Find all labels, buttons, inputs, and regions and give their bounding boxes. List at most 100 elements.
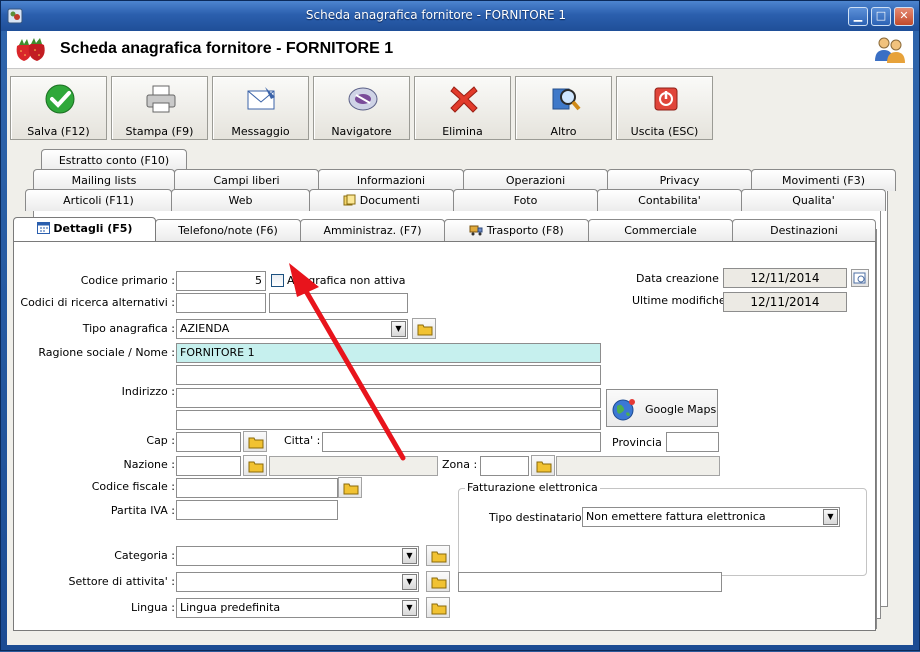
delete-button[interactable]: Elimina — [414, 76, 511, 140]
cap-label: Cap : — [146, 434, 175, 447]
categoria-folder-button[interactable] — [426, 545, 450, 566]
zona-field[interactable] — [480, 456, 529, 476]
settore-extra-field[interactable] — [458, 572, 722, 592]
cap-folder-button[interactable] — [243, 431, 267, 452]
exit-icon — [654, 87, 678, 111]
tab-campi-liberi[interactable]: Campi liberi — [174, 169, 319, 191]
message-button[interactable]: Messaggio — [212, 76, 309, 140]
codici-ricerca-field-1[interactable] — [176, 293, 266, 313]
codice-fiscale-folder-button[interactable] — [338, 477, 362, 498]
search-icon — [552, 88, 581, 111]
provincia-field[interactable] — [666, 432, 719, 452]
tab-foto[interactable]: Foto — [453, 189, 598, 211]
dettagli-panel: Codice primario : 5 Anagrafica non attiv… — [13, 241, 876, 631]
chevron-down-icon[interactable]: ▼ — [402, 600, 417, 616]
folder-icon — [431, 577, 447, 589]
settore-attivita-select[interactable]: ▼ — [176, 572, 419, 592]
nazione-field[interactable] — [176, 456, 241, 476]
client-area: Scheda anagrafica fornitore - FORNITORE … — [7, 31, 913, 645]
tab-dettagli-label: Dettagli (F5) — [53, 222, 133, 235]
maximize-button[interactable]: □ — [871, 7, 891, 26]
title-bar[interactable]: Scheda anagrafica fornitore - FORNITORE … — [1, 1, 919, 31]
folder-icon — [343, 483, 359, 495]
tab-web[interactable]: Web — [171, 189, 310, 211]
folder-icon — [248, 461, 264, 473]
indirizzo-field-1[interactable] — [176, 388, 601, 408]
tab-telefono-note[interactable]: Telefono/note (F6) — [155, 219, 301, 241]
tab-destinazioni[interactable]: Destinazioni — [732, 219, 876, 241]
lingua-folder-button[interactable] — [426, 597, 450, 618]
lingua-select[interactable]: Lingua predefinita ▼ — [176, 598, 419, 618]
folder-icon — [536, 461, 552, 473]
chevron-down-icon[interactable]: ▼ — [391, 321, 406, 337]
navigator-button[interactable]: Navigatore — [313, 76, 410, 140]
citta-field[interactable] — [322, 432, 601, 452]
fatturazione-elettronica-group: Fatturazione elettronica Tipo destinatar… — [458, 481, 867, 576]
nazione-label: Nazione : — [123, 458, 175, 471]
chevron-down-icon[interactable]: ▼ — [402, 548, 417, 564]
tab-documenti[interactable]: Documenti — [309, 189, 454, 211]
exit-button-label: Uscita (ESC) — [630, 125, 699, 138]
truck-icon — [469, 225, 483, 236]
codice-primario-field[interactable]: 5 — [176, 271, 266, 291]
tipo-destinatario-select[interactable]: Non emettere fattura elettronica ▼ — [582, 507, 840, 527]
cap-field[interactable] — [176, 432, 241, 452]
tab-movimenti[interactable]: Movimenti (F3) — [751, 169, 896, 191]
partita-iva-field[interactable] — [176, 500, 338, 520]
folder-icon — [248, 437, 264, 449]
ragione-sociale-field-2[interactable] — [176, 365, 601, 385]
other-button[interactable]: Altro — [515, 76, 612, 140]
folder-icon — [417, 324, 433, 336]
ragione-sociale-label: Ragione sociale / Nome : — [38, 346, 175, 359]
close-button[interactable]: ✕ — [894, 7, 914, 26]
provincia-label: Provincia : — [612, 436, 670, 449]
tab-commerciale[interactable]: Commerciale — [588, 219, 733, 241]
check-icon — [45, 84, 75, 114]
users-icon[interactable] — [873, 34, 907, 64]
tab-dettagli[interactable]: Dettagli (F5) — [13, 217, 156, 241]
data-creazione-label: Data creazione : — [636, 272, 727, 285]
message-button-label: Messaggio — [231, 125, 290, 138]
tab-privacy[interactable]: Privacy — [607, 169, 752, 191]
tab-control: Estratto conto (F10) Mailing lists Campi… — [7, 149, 913, 645]
save-button[interactable]: Salva (F12) — [10, 76, 107, 140]
minimize-button[interactable]: ▁ — [848, 7, 868, 26]
google-maps-button[interactable]: Google Maps — [606, 389, 718, 427]
tab-estratto-conto[interactable]: Estratto conto (F10) — [41, 149, 187, 171]
tipo-anagrafica-value: AZIENDA — [180, 322, 230, 335]
codice-fiscale-field[interactable] — [176, 478, 338, 498]
calendar-button[interactable] — [851, 269, 869, 287]
settore-folder-button[interactable] — [426, 571, 450, 592]
indirizzo-field-2[interactable] — [176, 410, 601, 430]
chevron-down-icon[interactable]: ▼ — [823, 509, 838, 525]
data-creazione-field: 12/11/2014 — [723, 268, 847, 288]
categoria-select[interactable]: ▼ — [176, 546, 419, 566]
tab-informazioni[interactable]: Informazioni — [318, 169, 464, 191]
non-attiva-checkbox[interactable] — [271, 274, 284, 287]
lingua-value: Lingua predefinita — [180, 601, 281, 614]
folder-icon — [431, 603, 447, 615]
tab-amministrazione[interactable]: Amministraz. (F7) — [300, 219, 445, 241]
zona-folder-button[interactable] — [531, 455, 555, 476]
codici-ricerca-field-2[interactable] — [269, 293, 408, 313]
tipo-anagrafica-folder-button[interactable] — [412, 318, 436, 339]
indirizzo-label: Indirizzo : — [121, 385, 175, 398]
tab-contabilita[interactable]: Contabilita' — [597, 189, 742, 211]
exit-button[interactable]: Uscita (ESC) — [616, 76, 713, 140]
tab-qualita[interactable]: Qualita' — [741, 189, 886, 211]
folder-icon — [431, 551, 447, 563]
tab-articoli[interactable]: Articoli (F11) — [25, 189, 172, 211]
calendar-icon — [36, 222, 50, 234]
chevron-down-icon[interactable]: ▼ — [402, 574, 417, 590]
navigator-icon — [348, 87, 378, 111]
print-button[interactable]: Stampa (F9) — [111, 76, 208, 140]
ragione-sociale-field[interactable]: FORNITORE 1 — [176, 343, 601, 363]
tab-mailing-lists[interactable]: Mailing lists — [33, 169, 175, 191]
lingua-label: Lingua : — [130, 601, 175, 614]
tab-operazioni[interactable]: Operazioni — [463, 169, 608, 191]
page-header: Scheda anagrafica fornitore - FORNITORE … — [7, 31, 913, 69]
partita-iva-label: Partita IVA : — [110, 504, 175, 517]
nazione-folder-button[interactable] — [243, 455, 267, 476]
tab-trasporto[interactable]: Trasporto (F8) — [444, 219, 589, 241]
tipo-anagrafica-select[interactable]: AZIENDA ▼ — [176, 319, 408, 339]
